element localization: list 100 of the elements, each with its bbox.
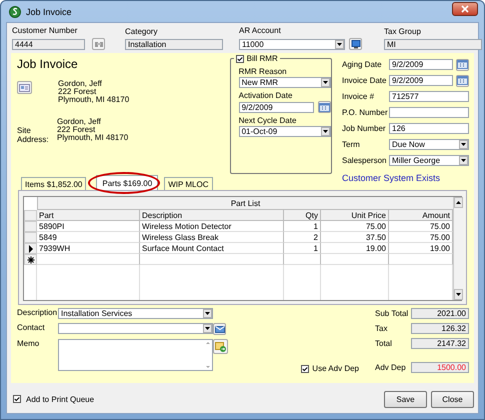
empty-cell[interactable]	[321, 254, 389, 265]
row-header[interactable]	[24, 243, 37, 254]
caret-icon	[322, 128, 329, 135]
lookup-button[interactable]	[92, 38, 105, 50]
field-label: Invoice #	[342, 92, 376, 101]
grid-corner	[24, 210, 37, 221]
caret-icon	[204, 310, 211, 317]
table-cell: 1	[284, 221, 321, 232]
field-label: Tax Group	[384, 27, 422, 36]
checkbox[interactable]	[13, 395, 21, 403]
input-field[interactable]: 126	[389, 123, 469, 134]
table-cell: 75.00	[321, 221, 389, 232]
field-label: Next Cycle Date	[238, 116, 298, 125]
checkbox[interactable]	[301, 365, 310, 373]
input-field[interactable]: 4444	[12, 38, 85, 50]
account-button[interactable]	[349, 38, 362, 50]
tab[interactable]: Items $1,852.00	[21, 177, 86, 190]
tab[interactable]: Parts $169.00	[96, 175, 158, 190]
dropdown-button[interactable]	[320, 78, 330, 87]
field-label: Job Number	[342, 124, 387, 133]
dropdown-button[interactable]	[459, 156, 468, 165]
dropdown-button[interactable]	[320, 127, 330, 136]
field-label: Memo	[17, 339, 40, 348]
calendar-button[interactable]	[456, 58, 469, 70]
field-label: Site Address:	[16, 125, 50, 144]
empty-cell[interactable]	[284, 254, 321, 265]
scroll-down-icon	[204, 364, 210, 370]
close-button[interactable]: Close	[431, 390, 474, 408]
table-cell: 5890PI	[37, 221, 140, 232]
date-field[interactable]: 9/2/2009	[238, 102, 314, 112]
table-cell: 7939WH	[37, 243, 140, 254]
checkbox[interactable]	[236, 54, 244, 62]
column-header[interactable]: Part	[37, 210, 140, 221]
table-cell: 2	[284, 232, 321, 243]
column-header[interactable]: Amount	[389, 210, 453, 221]
field-label: AR Account	[239, 26, 282, 35]
card-icon	[19, 82, 30, 92]
checkmark-icon	[14, 396, 20, 402]
field-label: Salesperson	[342, 156, 388, 165]
dropdown-field[interactable]: 01-Oct-09	[238, 126, 331, 137]
dropdown-button[interactable]	[335, 40, 344, 48]
address-text: Gordon, Jeff 222 Forest Plymouth, MI 48170	[58, 80, 130, 104]
tab[interactable]: WIP MLOC	[164, 177, 212, 190]
field-label: Adv Dep	[375, 363, 407, 372]
date-field[interactable]: 9/2/2009	[389, 75, 453, 86]
table-cell: Wireless Glass Break	[140, 232, 284, 243]
field-label: Activation Date	[238, 91, 294, 100]
caret-icon	[336, 40, 343, 48]
window-title: Job Invoice	[26, 6, 73, 16]
input-field[interactable]: MI	[384, 39, 482, 50]
dropdown-button[interactable]	[459, 140, 468, 149]
column-header[interactable]: Qty	[284, 210, 321, 221]
field-label: Term	[342, 140, 361, 149]
field-label: Category	[125, 27, 158, 36]
dropdown-field[interactable]: Installation Services	[58, 308, 213, 319]
calendar-button[interactable]	[456, 74, 469, 86]
input-field[interactable]: Installation	[125, 39, 223, 50]
monitor-icon	[350, 40, 360, 48]
input-field[interactable]: 712577	[389, 91, 469, 102]
field-label: RMR Reason	[238, 67, 288, 76]
date-field[interactable]: 9/2/2009	[389, 59, 453, 70]
column-header[interactable]: Unit Price	[321, 210, 389, 221]
field-label: Invoice Date	[342, 76, 388, 85]
binoculars-icon	[94, 40, 104, 48]
table-cell: Surface Mount Contact	[140, 243, 284, 254]
dropdown-button[interactable]	[203, 309, 212, 318]
note-button[interactable]	[213, 339, 228, 354]
envelope-icon	[214, 324, 224, 334]
scroll-down-icon	[455, 291, 462, 298]
field-label: P.O. Number	[342, 108, 389, 117]
amount-field: 1500.00	[411, 362, 469, 373]
dropdown-field[interactable]: Due Now	[389, 139, 469, 150]
column-header[interactable]: Description	[140, 210, 284, 221]
dropdown-field[interactable]: Miller George	[389, 155, 469, 166]
input-field[interactable]	[389, 107, 469, 118]
field-label: Sub Total	[375, 309, 410, 318]
scrollbar[interactable]	[453, 197, 463, 300]
caret-icon	[460, 141, 467, 148]
empty-cell[interactable]	[140, 254, 284, 265]
dropdown-field[interactable]: 11000	[239, 38, 345, 50]
save-button[interactable]: Save	[384, 390, 427, 408]
dropdown-field[interactable]	[58, 323, 213, 334]
calendar-icon	[457, 60, 468, 69]
calendar-icon	[318, 102, 330, 112]
email-button[interactable]	[213, 323, 226, 335]
field-label: Customer Number	[12, 26, 78, 35]
current-row-icon	[28, 244, 33, 252]
calendar-button[interactable]	[318, 101, 331, 113]
close-button[interactable]	[452, 2, 478, 16]
table-cell: Wireless Motion Detector	[140, 221, 284, 232]
customer-card-button[interactable]	[17, 81, 32, 94]
checkbox-label: Add to Print Queue	[26, 394, 94, 404]
table-cell: 1	[284, 243, 321, 254]
scroll-up-icon	[455, 199, 462, 206]
status-link[interactable]: Customer System Exists	[342, 173, 469, 183]
memo-field[interactable]	[58, 339, 213, 371]
dropdown-button[interactable]	[203, 324, 212, 333]
row-header[interactable]	[24, 254, 37, 265]
dropdown-field[interactable]: New RMR	[238, 77, 331, 88]
field-label: Description	[17, 308, 58, 317]
